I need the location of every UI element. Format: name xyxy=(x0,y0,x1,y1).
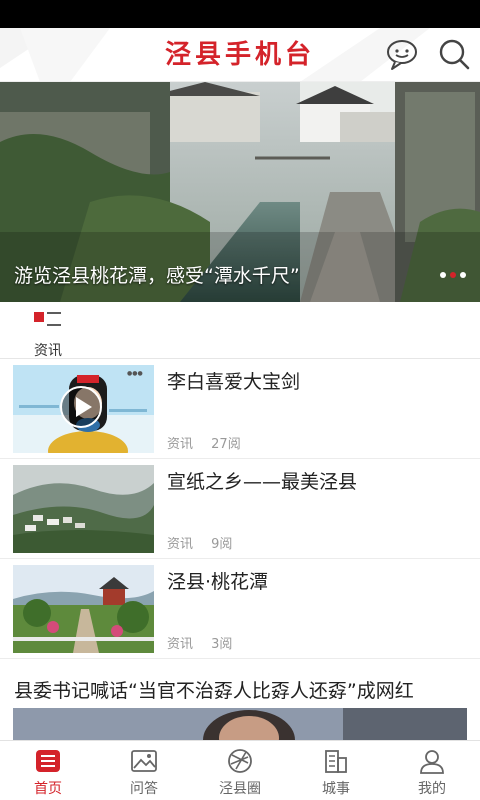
news-views: 9阅 xyxy=(211,537,233,552)
tab-label: 泾县圈 xyxy=(219,781,261,797)
tab-label: 城事 xyxy=(322,781,350,797)
tab-label: 首页 xyxy=(34,781,62,797)
pagination-dot[interactable] xyxy=(440,272,446,278)
app-header: 泾县手机台 xyxy=(0,28,480,82)
news-views: 27阅 xyxy=(211,437,241,452)
tab-circle[interactable]: 泾县圈 xyxy=(192,741,288,800)
tab-label: 资讯 xyxy=(34,343,62,359)
tab-city[interactable]: 城事 xyxy=(288,741,384,800)
news-list-item[interactable]: 宣纸之乡——最美泾县 资讯 9阅 xyxy=(0,459,480,559)
news-title: 泾县·桃花潭 xyxy=(167,571,269,593)
tab-qa[interactable]: 问答 xyxy=(96,741,192,800)
news-category: 资讯 xyxy=(167,637,194,652)
tab-news-channel[interactable]: 资讯 xyxy=(24,308,70,359)
user-icon xyxy=(420,750,444,774)
status-bar xyxy=(0,0,480,28)
news-title: 宣纸之乡——最美泾县 xyxy=(167,471,358,493)
pagination-dot-active[interactable] xyxy=(450,272,456,278)
headline-image[interactable] xyxy=(13,708,467,740)
banner-caption: 游览泾县桃花潭，感受“潭水千尺” xyxy=(14,265,300,287)
image-frame-icon xyxy=(131,750,157,772)
news-category: 资讯 xyxy=(167,437,194,452)
play-icon[interactable] xyxy=(59,385,103,429)
menu-list-icon xyxy=(36,750,60,772)
news-channel-icon xyxy=(34,312,61,326)
search-icon[interactable] xyxy=(436,36,472,72)
news-meta: 资讯 9阅 xyxy=(167,533,246,552)
city-building-icon xyxy=(325,750,347,773)
news-list-item[interactable]: 泾县·桃花潭 资讯 3阅 xyxy=(0,559,480,659)
aperture-icon xyxy=(228,749,252,773)
tab-profile[interactable]: 我的 xyxy=(384,741,480,800)
news-title: 李白喜爱大宝剑 xyxy=(167,371,301,393)
news-thumbnail: ●●● xyxy=(13,365,154,453)
tab-label: 我的 xyxy=(418,781,446,797)
svg-text:●●●: ●●● xyxy=(127,370,143,377)
bottom-tab-bar: 首页 问答 泾县圈 城事 我的 xyxy=(0,740,480,800)
news-views: 3阅 xyxy=(211,637,233,652)
tab-home[interactable]: 首页 xyxy=(0,741,96,800)
banner-pagination xyxy=(440,272,466,278)
news-list-item[interactable]: ●●● 李白喜爱大宝剑 资讯 27阅 xyxy=(0,359,480,459)
news-meta: 资讯 27阅 xyxy=(167,433,255,452)
banner-carousel[interactable]: 游览泾县桃花潭，感受“潭水千尺” xyxy=(0,82,480,302)
headline-title[interactable]: 县委书记喊话“当官不治孬人比孬人还孬”成网红 xyxy=(14,676,414,703)
news-thumbnail xyxy=(13,465,154,553)
news-thumbnail xyxy=(13,565,154,653)
news-meta: 资讯 3阅 xyxy=(167,633,246,652)
tab-label: 问答 xyxy=(130,781,158,797)
pagination-dot[interactable] xyxy=(460,272,466,278)
chat-bubble-icon[interactable] xyxy=(384,36,420,72)
news-category: 资讯 xyxy=(167,537,194,552)
